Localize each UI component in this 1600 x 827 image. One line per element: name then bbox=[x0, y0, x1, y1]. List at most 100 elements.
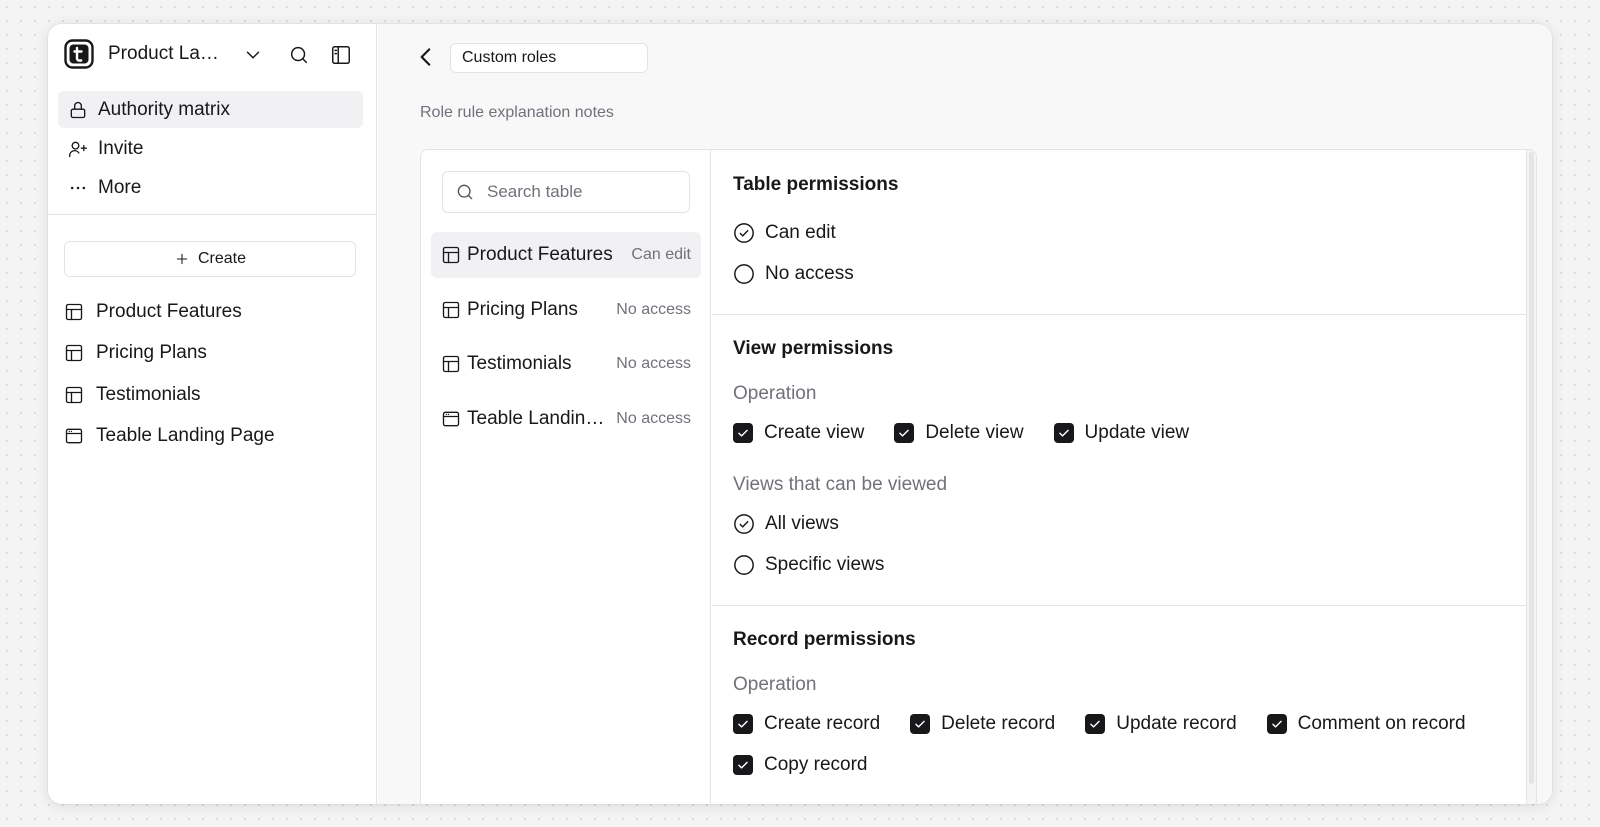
radio-no-access[interactable]: No access bbox=[733, 263, 854, 285]
table-icon bbox=[65, 303, 83, 320]
back-arrow-icon[interactable] bbox=[413, 44, 439, 70]
checkbox-checked-icon bbox=[1085, 714, 1106, 734]
nav-item-authority-matrix[interactable]: Authority matrix bbox=[58, 91, 363, 128]
checkbox-create-view[interactable]: Create view bbox=[733, 422, 864, 444]
checkbox-label: Create record bbox=[764, 713, 881, 734]
table-icon bbox=[442, 246, 460, 264]
radio-all-views[interactable]: All views bbox=[733, 513, 839, 535]
permission-settings: Table permissions Can edit No access Vie… bbox=[712, 150, 1526, 804]
table-search-input[interactable] bbox=[487, 182, 677, 202]
table-permissions-title: Table permissions bbox=[733, 174, 899, 195]
radio-unchecked-icon bbox=[734, 264, 754, 284]
checkbox-update-view[interactable]: Update view bbox=[1053, 422, 1190, 444]
table-list-item-name: Testimonials bbox=[467, 353, 572, 374]
table-icon bbox=[65, 386, 83, 403]
checkbox-checked-icon bbox=[733, 755, 753, 775]
table-list-item-landing-page[interactable]: Teable Landing Page No access bbox=[431, 396, 701, 442]
table-list-panel: Product Features Can edit Pricing Plans … bbox=[421, 150, 711, 804]
section-divider bbox=[712, 314, 1526, 315]
record-operation-checkboxes-row2: Copy record bbox=[733, 754, 898, 776]
checkbox-label: Delete record bbox=[941, 713, 1056, 734]
table-access-badge: No access bbox=[616, 300, 691, 318]
sidebar-divider bbox=[48, 214, 376, 215]
record-permissions-title: Record permissions bbox=[733, 629, 916, 650]
sidebar-table-list: Product Features Pricing Plans Testimoni… bbox=[64, 291, 364, 457]
nav-item-invite[interactable]: Invite bbox=[58, 130, 363, 167]
nav-item-label: Authority matrix bbox=[98, 98, 230, 120]
scrollbar-thumb[interactable] bbox=[1529, 152, 1534, 784]
role-description-input[interactable]: Role rule explanation notes bbox=[420, 104, 614, 122]
table-list-item-product-features[interactable]: Product Features Can edit bbox=[431, 232, 701, 278]
checkbox-create-record[interactable]: Create record bbox=[733, 713, 880, 735]
radio-checked-icon bbox=[734, 223, 754, 243]
sidebar-toggle-icon[interactable] bbox=[330, 44, 352, 66]
record-operation-label: Operation bbox=[733, 674, 817, 695]
lock-icon bbox=[70, 101, 86, 118]
user-plus-icon bbox=[69, 141, 88, 157]
record-operation-checkboxes: Create record Delete record Update recor… bbox=[733, 713, 1496, 735]
permissions-scrollbar[interactable] bbox=[1526, 150, 1536, 804]
space-header: Product Launch bbox=[64, 34, 360, 74]
table-permission-list: Product Features Can edit Pricing Plans … bbox=[431, 232, 701, 450]
table-search[interactable] bbox=[442, 171, 690, 213]
checkbox-checked-icon bbox=[910, 714, 931, 734]
nav-item-more[interactable]: More bbox=[58, 169, 363, 206]
checkbox-checked-icon bbox=[894, 423, 915, 443]
table-access-badge: No access bbox=[616, 355, 691, 372]
chevron-down-icon[interactable] bbox=[242, 44, 264, 66]
search-icon bbox=[457, 184, 473, 200]
radio-label: No access bbox=[765, 263, 854, 284]
sidebar-table-testimonials[interactable]: Testimonials bbox=[64, 374, 364, 416]
table-icon bbox=[442, 301, 460, 318]
radio-label: Specific views bbox=[765, 554, 885, 575]
radio-can-edit[interactable]: Can edit bbox=[733, 222, 836, 244]
space-name[interactable]: Product Launch bbox=[108, 43, 226, 65]
table-access-badge: Can edit bbox=[631, 246, 691, 263]
permissions-panel: Product Features Can edit Pricing Plans … bbox=[420, 149, 1537, 804]
checkbox-delete-view[interactable]: Delete view bbox=[894, 422, 1024, 444]
create-button-label: Create bbox=[197, 250, 247, 267]
radio-checked-icon bbox=[734, 514, 754, 534]
view-permissions-title: View permissions bbox=[733, 338, 894, 359]
app-window: Product Launch Authority matrix Invite bbox=[48, 24, 1552, 804]
radio-label: Can edit bbox=[765, 222, 836, 243]
sidebar-table-product-features[interactable]: Product Features bbox=[64, 291, 364, 333]
checkbox-label: Copy record bbox=[764, 754, 868, 775]
table-list-item-name: Pricing Plans bbox=[467, 298, 578, 320]
checkbox-checked-icon bbox=[1266, 714, 1287, 734]
table-access-badge: No access bbox=[616, 409, 691, 427]
table-icon bbox=[65, 345, 83, 362]
teable-logo-icon bbox=[64, 39, 94, 69]
nav-item-label: More bbox=[98, 176, 142, 198]
sidebar-table-label: Testimonials bbox=[96, 383, 201, 405]
section-divider bbox=[712, 605, 1526, 606]
table-list-item-pricing-plans[interactable]: Pricing Plans No access bbox=[431, 287, 701, 333]
sidebar-table-pricing-plans[interactable]: Pricing Plans bbox=[64, 333, 364, 375]
create-button[interactable]: Create bbox=[64, 241, 356, 277]
checkbox-update-record[interactable]: Update record bbox=[1085, 713, 1237, 735]
table-icon bbox=[442, 355, 460, 373]
role-name-input[interactable] bbox=[450, 43, 648, 73]
sidebar-table-label: Pricing Plans bbox=[96, 342, 207, 364]
sidebar-nav: Authority matrix Invite More bbox=[58, 91, 363, 208]
radio-specific-views[interactable]: Specific views bbox=[733, 554, 884, 576]
sidebar-table-label: Product Features bbox=[96, 300, 242, 322]
table-list-item-testimonials[interactable]: Testimonials No access bbox=[431, 341, 701, 387]
plus-icon bbox=[176, 253, 188, 265]
checkbox-comment-record[interactable]: Comment on record bbox=[1266, 713, 1466, 735]
checkbox-label: Update view bbox=[1084, 422, 1190, 443]
nav-item-label: Invite bbox=[98, 137, 144, 159]
checkbox-label: Delete view bbox=[925, 422, 1024, 443]
checkbox-checked-icon bbox=[733, 714, 753, 734]
search-icon[interactable] bbox=[288, 44, 310, 66]
checkbox-delete-record[interactable]: Delete record bbox=[910, 713, 1055, 735]
more-horizontal-icon bbox=[70, 186, 86, 189]
viewable-views-label: Views that can be viewed bbox=[733, 474, 948, 495]
view-operation-checkboxes: Create view Delete view Update view bbox=[733, 422, 1219, 444]
sidebar-table-landing-page[interactable]: Teable Landing Page bbox=[64, 416, 364, 458]
checkbox-checked-icon bbox=[1053, 423, 1074, 443]
app-window-icon bbox=[65, 428, 83, 444]
checkbox-label: Update record bbox=[1116, 713, 1237, 734]
checkbox-copy-record[interactable]: Copy record bbox=[733, 754, 868, 776]
sidebar-table-label: Teable Landing Page bbox=[96, 425, 275, 447]
